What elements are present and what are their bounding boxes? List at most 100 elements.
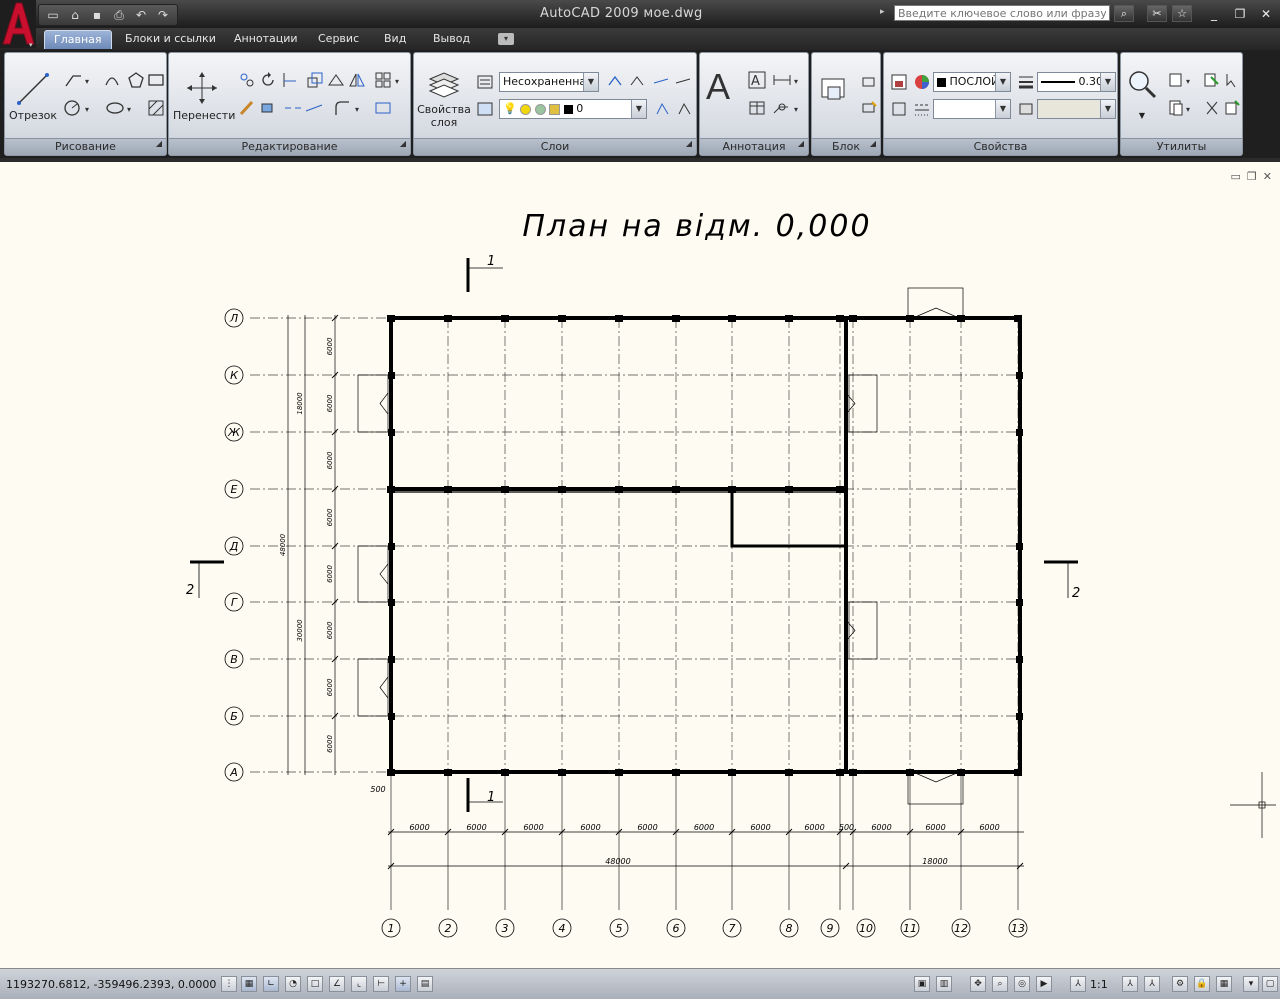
- rectangle-icon[interactable]: [145, 69, 167, 91]
- polyline-icon[interactable]: ▾: [61, 69, 97, 91]
- break-icon[interactable]: [282, 97, 304, 119]
- color-wheel-icon[interactable]: [911, 71, 933, 93]
- expand-arrow-icon[interactable]: ◢: [686, 136, 692, 152]
- move-button-label[interactable]: Перенести: [173, 109, 235, 122]
- snap-tracking-icon[interactable]: ∠: [329, 976, 345, 992]
- layer-state-icon[interactable]: [474, 71, 496, 93]
- edit-block-icon[interactable]: [858, 97, 880, 119]
- hardware-acceleration-icon[interactable]: ▦: [1216, 976, 1232, 992]
- panel-annotation-title[interactable]: Аннотация ◢: [700, 138, 808, 155]
- infocenter-search-input[interactable]: [894, 5, 1110, 21]
- expand-arrow-icon[interactable]: ◢: [400, 136, 406, 152]
- scale-icon[interactable]: [304, 69, 326, 91]
- ribbon-options-icon[interactable]: ▾: [498, 33, 514, 45]
- leader-icon[interactable]: ▾: [770, 97, 806, 119]
- layer-lock-icon[interactable]: [549, 103, 561, 115]
- table-icon[interactable]: [746, 97, 768, 119]
- linetype-combo[interactable]: ▼: [933, 99, 1011, 119]
- ellipse-icon[interactable]: ▾: [103, 97, 139, 119]
- workspace-settings-icon[interactable]: ⚙: [1172, 976, 1188, 992]
- layout-icon[interactable]: ▥: [936, 976, 952, 992]
- cut-icon[interactable]: [1201, 97, 1223, 119]
- tab-tools[interactable]: Сервис: [309, 30, 368, 48]
- current-layer-combo[interactable]: 💡 0 ▼: [499, 99, 647, 119]
- zoom-dropdown-icon[interactable]: ▼: [1135, 109, 1149, 122]
- open-icon[interactable]: ⌂: [65, 6, 85, 24]
- rotate-icon[interactable]: [257, 69, 279, 91]
- zoom-status-icon[interactable]: ⌕: [992, 976, 1008, 992]
- trim-icon[interactable]: [278, 69, 300, 91]
- tab-blocks-references[interactable]: Блоки и ссылки: [116, 30, 225, 48]
- line-icon[interactable]: [15, 71, 51, 107]
- pan-icon[interactable]: ✥: [970, 976, 986, 992]
- lineweight-combo[interactable]: 0.30 ▼: [1037, 72, 1116, 92]
- color-combo[interactable]: ПОСЛОЙ ▼: [933, 72, 1011, 92]
- fillet-icon[interactable]: ▾: [331, 97, 367, 119]
- arc-icon[interactable]: [101, 69, 123, 91]
- layer-unisolate-icon[interactable]: [672, 71, 694, 93]
- steering-wheel-icon[interactable]: ◎: [1014, 976, 1030, 992]
- quick-properties-icon[interactable]: ▤: [417, 976, 433, 992]
- object-snap-icon[interactable]: □: [307, 976, 323, 992]
- annotation-scale-value[interactable]: 1:1: [1090, 978, 1108, 991]
- zoom-icon[interactable]: [1127, 69, 1157, 99]
- match-properties-icon[interactable]: [888, 71, 910, 93]
- panel-layers-title[interactable]: Слои ◢: [414, 138, 696, 155]
- print-icon[interactable]: ⎙: [109, 6, 129, 24]
- linetype-icon[interactable]: [911, 98, 933, 120]
- move-icon[interactable]: [187, 71, 217, 105]
- grid-display-icon[interactable]: ▦: [241, 976, 257, 992]
- search-icon[interactable]: ⌕: [1114, 5, 1134, 22]
- explode-icon[interactable]: [257, 97, 279, 119]
- chevron-down-icon[interactable]: ▼: [583, 73, 598, 91]
- favorites-star-icon[interactable]: ☆: [1172, 5, 1192, 22]
- showmotion-icon[interactable]: ▶: [1036, 976, 1052, 992]
- chevron-down-icon[interactable]: ▼: [1100, 73, 1115, 91]
- erase-icon[interactable]: [236, 97, 258, 119]
- tab-home[interactable]: Главная: [44, 30, 112, 49]
- match-layer-icon[interactable]: [652, 98, 674, 120]
- expand-arrow-icon[interactable]: ◢: [870, 136, 876, 152]
- chevron-down-icon[interactable]: ▼: [1100, 100, 1115, 118]
- quick-select-icon[interactable]: [1201, 69, 1223, 91]
- layer-properties-icon[interactable]: [428, 69, 460, 99]
- layer-on-icon[interactable]: 💡: [503, 102, 517, 115]
- clean-screen-icon[interactable]: ▢: [1262, 976, 1278, 992]
- copy-icon[interactable]: [236, 69, 258, 91]
- auto-scale-icon[interactable]: ⅄: [1144, 976, 1160, 992]
- circle-icon[interactable]: ▾: [61, 97, 97, 119]
- single-line-text-icon[interactable]: A: [746, 69, 768, 91]
- tab-view[interactable]: Вид: [375, 30, 415, 48]
- hatch-icon[interactable]: [145, 97, 167, 119]
- insert-block-icon[interactable]: [818, 73, 850, 105]
- create-block-icon[interactable]: [858, 71, 880, 93]
- panel-modify-title[interactable]: Редактирование ◢: [169, 138, 410, 155]
- restore-drawing-icon[interactable]: ❐: [1247, 170, 1257, 183]
- infocenter-arrow-icon[interactable]: ▸: [880, 7, 885, 17]
- layer-viewport-icon[interactable]: [534, 103, 546, 115]
- redo-icon[interactable]: ↷: [153, 6, 173, 24]
- restore-window-icon[interactable]: ❐: [1229, 5, 1251, 22]
- join-icon[interactable]: [303, 97, 325, 119]
- offset-icon[interactable]: [372, 97, 394, 119]
- panel-utilities-title[interactable]: Утилиты: [1121, 138, 1242, 155]
- annotation-scale-icon[interactable]: ⅄: [1070, 976, 1086, 992]
- coordinate-readout[interactable]: 1193270.6812, -359496.2393, 0.0000: [6, 978, 216, 991]
- layer-state-combo[interactable]: Несохраненная ▼: [499, 72, 599, 92]
- chevron-down-icon[interactable]: ▼: [995, 73, 1010, 91]
- line-button-label[interactable]: Отрезок: [9, 109, 57, 122]
- array-icon[interactable]: ▾: [372, 69, 406, 91]
- lock-toolbar-icon[interactable]: 🔒: [1194, 976, 1210, 992]
- paste-icon[interactable]: ▾: [1165, 97, 1199, 119]
- close-drawing-icon[interactable]: ✕: [1263, 170, 1272, 183]
- panel-properties-title[interactable]: Свойства: [884, 138, 1117, 155]
- measure-icon[interactable]: ▾: [1165, 69, 1199, 91]
- status-menu-icon[interactable]: ▾: [1243, 976, 1259, 992]
- layer-freeze-icon[interactable]: [520, 103, 532, 115]
- layer-walk-icon[interactable]: [626, 71, 648, 93]
- snap-mode-icon[interactable]: ⋮: [221, 976, 237, 992]
- panel-draw-title[interactable]: Рисование ◢: [5, 138, 166, 155]
- lineweight-icon[interactable]: [1015, 71, 1037, 93]
- plot-style-icon[interactable]: [1015, 98, 1037, 120]
- communication-center-icon[interactable]: ✂: [1147, 5, 1167, 22]
